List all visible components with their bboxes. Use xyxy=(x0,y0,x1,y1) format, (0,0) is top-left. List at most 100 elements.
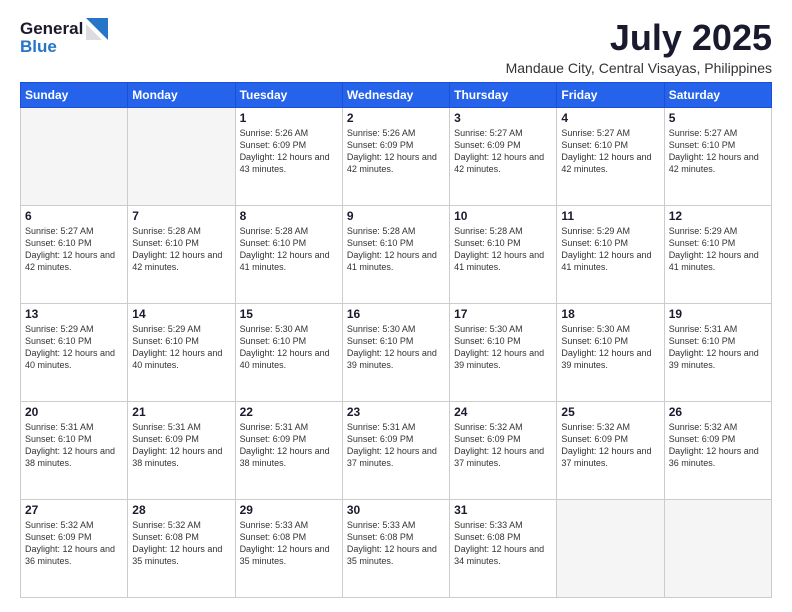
day-info: Sunrise: 5:26 AM Sunset: 6:09 PM Dayligh… xyxy=(347,127,445,176)
day-cell: 14 Sunrise: 5:29 AM Sunset: 6:10 PM Dayli… xyxy=(128,303,235,401)
header-thursday: Thursday xyxy=(450,82,557,107)
day-info: Sunrise: 5:32 AM Sunset: 6:09 PM Dayligh… xyxy=(25,519,123,568)
day-info: Sunrise: 5:26 AM Sunset: 6:09 PM Dayligh… xyxy=(240,127,338,176)
day-info: Sunrise: 5:27 AM Sunset: 6:10 PM Dayligh… xyxy=(669,127,767,176)
day-cell: 17 Sunrise: 5:30 AM Sunset: 6:10 PM Dayli… xyxy=(450,303,557,401)
day-info: Sunrise: 5:29 AM Sunset: 6:10 PM Dayligh… xyxy=(25,323,123,372)
day-info: Sunrise: 5:31 AM Sunset: 6:09 PM Dayligh… xyxy=(240,421,338,470)
day-info: Sunrise: 5:33 AM Sunset: 6:08 PM Dayligh… xyxy=(240,519,338,568)
day-cell: 2 Sunrise: 5:26 AM Sunset: 6:09 PM Daylig… xyxy=(342,107,449,205)
day-info: Sunrise: 5:32 AM Sunset: 6:08 PM Dayligh… xyxy=(132,519,230,568)
header-wednesday: Wednesday xyxy=(342,82,449,107)
day-number: 30 xyxy=(347,503,445,517)
day-cell: 19Sunrise: 5:31 AM Sunset: 6:10 PM Dayli… xyxy=(664,303,771,401)
day-info: Sunrise: 5:28 AM Sunset: 6:10 PM Dayligh… xyxy=(132,225,230,274)
day-number: 11 xyxy=(561,209,659,223)
calendar-table: Sunday Monday Tuesday Wednesday Thursday… xyxy=(20,82,772,598)
day-cell: 5 Sunrise: 5:27 AM Sunset: 6:10 PM Daylig… xyxy=(664,107,771,205)
header-sunday: Sunday xyxy=(21,82,128,107)
day-info: Sunrise: 5:27 AM Sunset: 6:10 PM Dayligh… xyxy=(25,225,123,274)
day-cell: 12 Sunrise: 5:29 AM Sunset: 6:10 PM Dayli… xyxy=(664,205,771,303)
day-number: 8 xyxy=(240,209,338,223)
day-number: 15 xyxy=(240,307,338,321)
day-cell xyxy=(21,107,128,205)
day-cell: 28 Sunrise: 5:32 AM Sunset: 6:08 PM Dayli… xyxy=(128,499,235,597)
day-number: 2 xyxy=(347,111,445,125)
day-cell: 6 Sunrise: 5:27 AM Sunset: 6:10 PM Daylig… xyxy=(21,205,128,303)
day-info: Sunrise: 5:31 AM Sunset: 6:09 PM Dayligh… xyxy=(347,421,445,470)
day-number: 7 xyxy=(132,209,230,223)
day-number: 1 xyxy=(240,111,338,125)
day-number: 3 xyxy=(454,111,552,125)
day-info: Sunrise: 5:30 AM Sunset: 6:10 PM Dayligh… xyxy=(347,323,445,372)
day-cell: 1 Sunrise: 5:26 AM Sunset: 6:09 PM Daylig… xyxy=(235,107,342,205)
day-info: Sunrise: 5:29 AM Sunset: 6:10 PM Dayligh… xyxy=(561,225,659,274)
day-cell: 22 Sunrise: 5:31 AM Sunset: 6:09 PM Dayli… xyxy=(235,401,342,499)
day-info: Sunrise: 5:32 AM Sunset: 6:09 PM Dayligh… xyxy=(561,421,659,470)
day-cell: 18Sunrise: 5:30 AM Sunset: 6:10 PM Dayli… xyxy=(557,303,664,401)
day-number: 14 xyxy=(132,307,230,321)
logo-text: General Blue xyxy=(20,20,83,56)
day-cell: 25 Sunrise: 5:32 AM Sunset: 6:09 PM Dayli… xyxy=(557,401,664,499)
day-number: 16 xyxy=(347,307,445,321)
day-info: Sunrise: 5:31 AM Sunset: 6:09 PM Dayligh… xyxy=(132,421,230,470)
day-number: 17 xyxy=(454,307,552,321)
day-number: 6 xyxy=(25,209,123,223)
day-cell: 13 Sunrise: 5:29 AM Sunset: 6:10 PM Dayli… xyxy=(21,303,128,401)
day-cell: 9 Sunrise: 5:28 AM Sunset: 6:10 PM Daylig… xyxy=(342,205,449,303)
subtitle: Mandaue City, Central Visayas, Philippin… xyxy=(506,60,772,76)
day-cell: 21Sunrise: 5:31 AM Sunset: 6:09 PM Dayli… xyxy=(128,401,235,499)
day-number: 13 xyxy=(25,307,123,321)
day-number: 26 xyxy=(669,405,767,419)
day-number: 29 xyxy=(240,503,338,517)
day-info: Sunrise: 5:33 AM Sunset: 6:08 PM Dayligh… xyxy=(347,519,445,568)
week-row-4: 27 Sunrise: 5:32 AM Sunset: 6:09 PM Dayli… xyxy=(21,499,772,597)
day-cell: 30 Sunrise: 5:33 AM Sunset: 6:08 PM Dayli… xyxy=(342,499,449,597)
day-cell: 29 Sunrise: 5:33 AM Sunset: 6:08 PM Dayli… xyxy=(235,499,342,597)
day-cell: 11 Sunrise: 5:29 AM Sunset: 6:10 PM Dayli… xyxy=(557,205,664,303)
week-row-0: 1 Sunrise: 5:26 AM Sunset: 6:09 PM Daylig… xyxy=(21,107,772,205)
day-cell xyxy=(664,499,771,597)
day-cell: 4Sunrise: 5:27 AM Sunset: 6:10 PM Daylig… xyxy=(557,107,664,205)
day-cell: 15Sunrise: 5:30 AM Sunset: 6:10 PM Dayli… xyxy=(235,303,342,401)
header-saturday: Saturday xyxy=(664,82,771,107)
day-info: Sunrise: 5:29 AM Sunset: 6:10 PM Dayligh… xyxy=(132,323,230,372)
day-number: 10 xyxy=(454,209,552,223)
day-cell: 8 Sunrise: 5:28 AM Sunset: 6:10 PM Daylig… xyxy=(235,205,342,303)
day-cell: 16 Sunrise: 5:30 AM Sunset: 6:10 PM Dayli… xyxy=(342,303,449,401)
logo-blue: Blue xyxy=(20,38,83,56)
day-cell: 31Sunrise: 5:33 AM Sunset: 6:08 PM Dayli… xyxy=(450,499,557,597)
day-info: Sunrise: 5:28 AM Sunset: 6:10 PM Dayligh… xyxy=(454,225,552,274)
header-tuesday: Tuesday xyxy=(235,82,342,107)
logo-icon xyxy=(86,18,108,53)
day-cell xyxy=(128,107,235,205)
day-cell: 27 Sunrise: 5:32 AM Sunset: 6:09 PM Dayli… xyxy=(21,499,128,597)
week-row-3: 20Sunrise: 5:31 AM Sunset: 6:10 PM Dayli… xyxy=(21,401,772,499)
day-number: 9 xyxy=(347,209,445,223)
logo: General Blue xyxy=(20,18,108,57)
title-section: July 2025 Mandaue City, Central Visayas,… xyxy=(506,18,772,76)
day-info: Sunrise: 5:29 AM Sunset: 6:10 PM Dayligh… xyxy=(669,225,767,274)
day-number: 27 xyxy=(25,503,123,517)
day-number: 5 xyxy=(669,111,767,125)
day-number: 12 xyxy=(669,209,767,223)
day-number: 28 xyxy=(132,503,230,517)
day-info: Sunrise: 5:27 AM Sunset: 6:10 PM Dayligh… xyxy=(561,127,659,176)
week-row-2: 13 Sunrise: 5:29 AM Sunset: 6:10 PM Dayli… xyxy=(21,303,772,401)
main-title: July 2025 xyxy=(506,18,772,58)
day-number: 25 xyxy=(561,405,659,419)
day-info: Sunrise: 5:32 AM Sunset: 6:09 PM Dayligh… xyxy=(454,421,552,470)
weekday-header-row: Sunday Monday Tuesday Wednesday Thursday… xyxy=(21,82,772,107)
day-number: 22 xyxy=(240,405,338,419)
day-info: Sunrise: 5:28 AM Sunset: 6:10 PM Dayligh… xyxy=(347,225,445,274)
day-number: 19 xyxy=(669,307,767,321)
day-cell: 23 Sunrise: 5:31 AM Sunset: 6:09 PM Dayli… xyxy=(342,401,449,499)
day-info: Sunrise: 5:27 AM Sunset: 6:09 PM Dayligh… xyxy=(454,127,552,176)
day-number: 18 xyxy=(561,307,659,321)
day-info: Sunrise: 5:30 AM Sunset: 6:10 PM Dayligh… xyxy=(454,323,552,372)
day-number: 23 xyxy=(347,405,445,419)
day-number: 20 xyxy=(25,405,123,419)
day-cell: 24Sunrise: 5:32 AM Sunset: 6:09 PM Dayli… xyxy=(450,401,557,499)
day-info: Sunrise: 5:28 AM Sunset: 6:10 PM Dayligh… xyxy=(240,225,338,274)
header-monday: Monday xyxy=(128,82,235,107)
